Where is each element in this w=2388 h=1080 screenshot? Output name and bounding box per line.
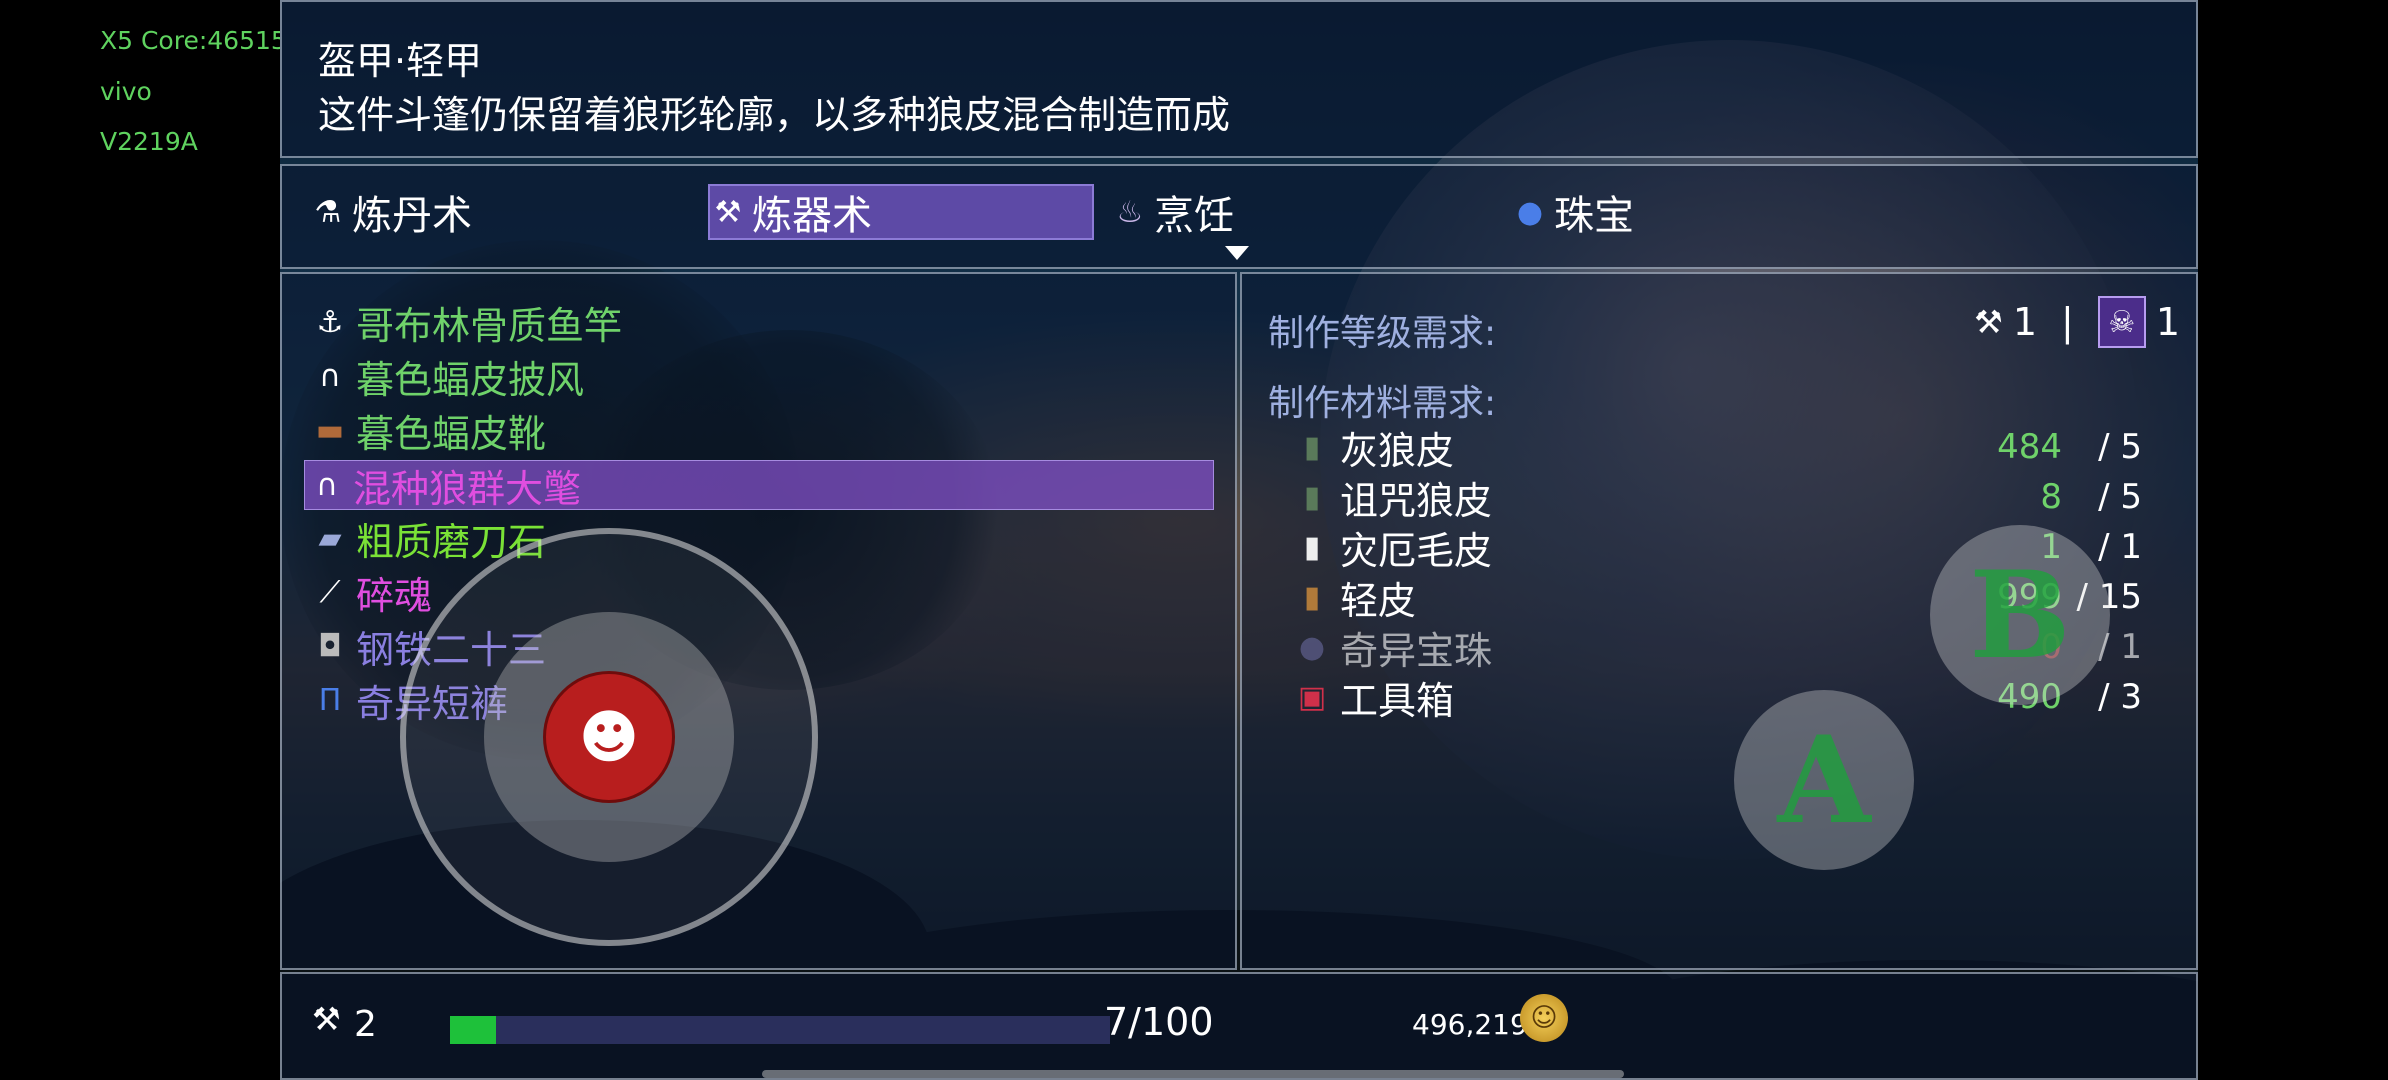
- material-name: 工具箱: [1340, 678, 1455, 723]
- leather-icon: ▮: [1303, 429, 1321, 465]
- horizontal-scrollbar[interactable]: [762, 1070, 1624, 1078]
- gold-amount: 496,219: [1412, 1008, 1528, 1041]
- item-type-label: 盔甲·轻甲: [318, 39, 483, 83]
- a-button[interactable]: A: [1734, 690, 1914, 870]
- b-button[interactable]: B: [1930, 525, 2110, 705]
- materials-requirement-label: 制作材料需求:: [1268, 383, 1497, 424]
- anvil-icon: ⚒: [1974, 303, 2003, 341]
- material-have-count: 8: [2040, 477, 2062, 517]
- material-name: 奇异宝珠: [1340, 628, 1493, 673]
- recipe-item[interactable]: ⟋ 碎魂: [308, 568, 433, 618]
- anvil-icon: ⚒: [714, 194, 742, 230]
- craft-progress-bar: [450, 1016, 1110, 1044]
- item-description: 这件斗篷仍保留着狼形轮廓，以多种狼皮混合制造而成: [318, 93, 1231, 137]
- chevron-down-icon: [1225, 246, 1249, 260]
- material-have-count: 484: [1997, 427, 2062, 467]
- wolf-cloak-icon: ∩: [316, 467, 338, 503]
- material-row: ▮ 诅咒狼皮 8 / 5: [1292, 474, 2172, 523]
- tab-jewelry[interactable]: ● 珠宝: [1512, 184, 1712, 240]
- white-fur-icon: ▮: [1303, 529, 1321, 565]
- tab-cooking[interactable]: ♨ 烹饪: [1112, 184, 1312, 240]
- recipe-name: 暮色蝠皮披风: [356, 357, 585, 402]
- player-avatar-icon: ☻: [578, 703, 640, 771]
- alchemy-pot-icon: ⚗: [314, 194, 342, 230]
- recipe-name: 碎魂: [356, 573, 433, 618]
- leather-icon: ▮: [1303, 479, 1321, 515]
- device-core-label: X5 Core:46515: [100, 26, 287, 55]
- level-divider: |: [2061, 300, 2074, 344]
- armor-icon: ◘: [318, 628, 342, 664]
- material-name: 诅咒狼皮: [1340, 478, 1493, 523]
- progress-text: 7/100: [1104, 1000, 1214, 1044]
- skull-icon: ☠: [2097, 296, 2146, 348]
- recipe-name: 混种狼群大氅: [353, 466, 582, 511]
- whetstone-icon: ▰: [318, 520, 342, 556]
- material-need-count: / 1: [2098, 527, 2142, 567]
- craft-progress-fill: [450, 1016, 497, 1044]
- cloak-icon: ∩: [319, 358, 341, 394]
- craft-level-value: 2: [354, 1004, 377, 1045]
- material-name: 轻皮: [1340, 578, 1417, 623]
- recipe-item[interactable]: ▬ 暮色蝠皮靴: [308, 406, 546, 456]
- level-requirement: ⚒ 1 | ☠ 1: [1974, 296, 2180, 348]
- material-need-count: / 5: [2098, 477, 2142, 517]
- fishing-rod-icon: ⚓: [316, 304, 344, 340]
- material-name: 灾厄毛皮: [1340, 528, 1493, 573]
- device-brand-label: vivo: [100, 77, 152, 106]
- device-model-label: V2219A: [100, 127, 198, 156]
- recipe-name: 哥布林骨质鱼竿: [356, 303, 623, 348]
- tab-label: 烹饪: [1154, 193, 1234, 239]
- boots-icon: ▬: [315, 412, 345, 448]
- recipe-name: 暮色蝠皮靴: [356, 411, 547, 456]
- tab-label: 炼丹术: [352, 193, 472, 239]
- joystick-knob[interactable]: ☻: [543, 671, 675, 803]
- axe-icon: ⟋: [319, 574, 341, 610]
- tab-alchemy[interactable]: ⚗ 炼丹术: [310, 184, 570, 240]
- level-requirement-label: 制作等级需求:: [1268, 313, 1497, 354]
- recipe-item-selected[interactable]: ∩ 混种狼群大氅: [304, 460, 1214, 511]
- anvil-icon: ⚒: [312, 1000, 341, 1038]
- brown-leather-icon: ▮: [1303, 579, 1321, 615]
- tab-label: 珠宝: [1554, 193, 1634, 239]
- skull-level-value: 1: [2155, 300, 2180, 344]
- cooking-pot-icon: ♨: [1116, 194, 1144, 230]
- shorts-icon: Π: [318, 682, 342, 718]
- gold-coin-icon: ☺: [1520, 994, 1568, 1042]
- recipe-item[interactable]: ∩ 暮色蝠皮披风: [308, 352, 584, 402]
- tab-label: 炼器术: [752, 193, 872, 239]
- material-name: 灰狼皮: [1340, 428, 1455, 473]
- blue-gem-icon: ●: [1516, 194, 1544, 230]
- material-need-count: / 5: [2098, 427, 2142, 467]
- craft-category-tabs: ⚗ 炼丹术 ⚒ 炼器术 ♨ 烹饪 ● 珠宝: [280, 164, 2198, 269]
- toolbox-icon: ▣: [1297, 679, 1327, 715]
- forging-level-value: 1: [2012, 300, 2037, 344]
- recipe-item[interactable]: ⚓ 哥布林骨质鱼竿: [308, 298, 622, 348]
- dark-orb-icon: ●: [1298, 629, 1326, 665]
- material-need-count: / 3: [2098, 677, 2142, 717]
- item-info-panel: 盔甲·轻甲 这件斗篷仍保留着狼形轮廓，以多种狼皮混合制造而成: [280, 0, 2198, 158]
- tab-forging[interactable]: ⚒ 炼器术: [708, 184, 1094, 240]
- material-row: ▮ 灰狼皮 484 / 5: [1292, 424, 2172, 473]
